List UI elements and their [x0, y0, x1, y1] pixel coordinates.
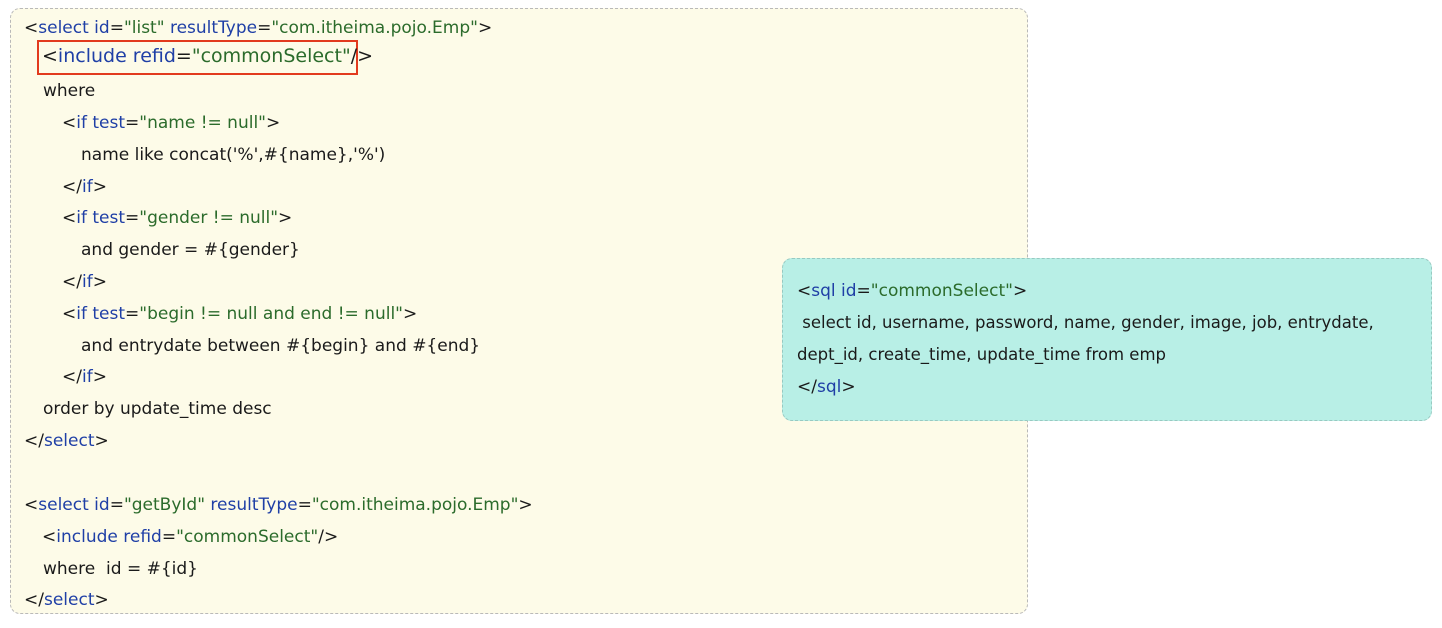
select-list-close-tag: </select> [24, 431, 109, 451]
if-close-tag: </if> [62, 177, 107, 197]
sql-select-columns-line-1: select id, username, password, name, gen… [797, 313, 1374, 332]
where-keyword-line: where [43, 81, 96, 101]
if-close-tag: </if> [62, 272, 107, 292]
include-common-select-line: <include refid="commonSelect"/> [42, 527, 339, 547]
if-name-open-tag: <if test="name != null"> [62, 113, 281, 133]
if-close-tag: </if> [62, 367, 107, 387]
sql-open-tag: <sql id="commonSelect"> [797, 281, 1028, 301]
sql-select-columns-line-2: dept_id, create_time, update_time from e… [797, 345, 1167, 364]
entrydate-between-clause: and entrydate between #{begin} and #{end… [81, 336, 481, 356]
if-gender-open-tag: <if test="gender != null"> [62, 208, 293, 228]
select-list-open-tag: <select id="list" resultType="com.itheim… [24, 18, 493, 38]
order-by-clause: order by update_time desc [43, 399, 272, 419]
sql-close-tag: </sql> [797, 377, 856, 397]
include-common-select-line: <include refid="commonSelect"/> [42, 45, 374, 67]
gender-clause: and gender = #{gender} [81, 240, 300, 260]
select-getbyid-close-tag: </select> [24, 590, 109, 610]
select-getbyid-open-tag: <select id="getById" resultType="com.ith… [24, 495, 533, 515]
if-begin-end-open-tag: <if test="begin != null and end != null"… [62, 304, 418, 324]
where-id-clause: where id = #{id} [43, 559, 198, 579]
name-like-clause: name like concat('%',#{name},'%') [81, 145, 386, 165]
